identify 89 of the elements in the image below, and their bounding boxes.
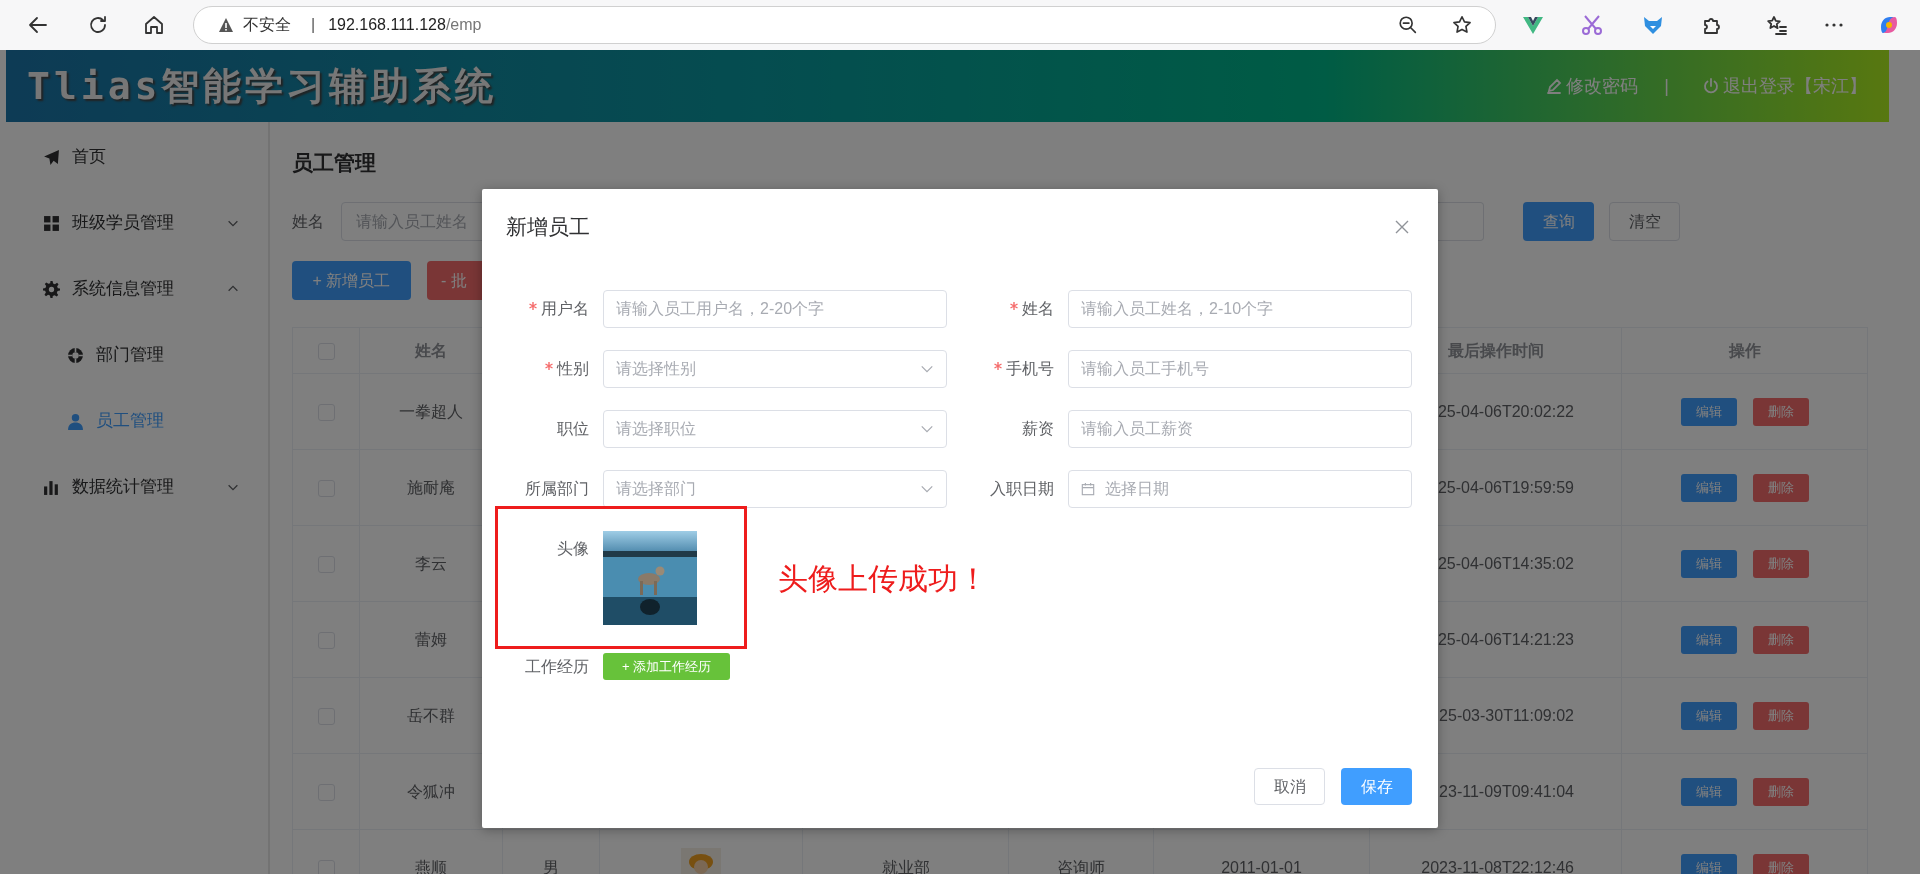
input-field[interactable]: 请输入员工用户名，2-20个字 — [603, 290, 947, 328]
close-icon[interactable] — [1394, 219, 1410, 235]
table-cell: 25-04-06T14:35:02 — [1437, 554, 1574, 572]
edit-button[interactable]: 编辑 — [1680, 625, 1737, 654]
table-cell: 25-04-06T20:02:22 — [1437, 402, 1574, 420]
table-cell: 蕾姆 — [415, 630, 447, 648]
pencil-icon — [1546, 78, 1563, 94]
sidebar-item[interactable]: 系统信息管理 — [6, 256, 268, 322]
query-button[interactable]: 查询 — [1523, 202, 1594, 241]
table-cell: 施耐庵 — [407, 478, 455, 496]
logout-link[interactable]: 退出登录【宋江】 — [1703, 72, 1867, 100]
field-label: 姓名 — [1022, 299, 1054, 319]
field-label: 头像 — [557, 539, 589, 559]
delete-button[interactable]: 删除 — [1752, 625, 1809, 654]
table-cell: 25-03-30T11:09:02 — [1439, 706, 1574, 724]
sidebar-item[interactable]: 部门管理 — [6, 322, 268, 388]
edit-button[interactable]: 编辑 — [1680, 549, 1737, 578]
field-label: 职位 — [557, 419, 589, 439]
annotation-text: 头像上传成功！ — [778, 560, 988, 597]
table-cell: 咨询师 — [1057, 858, 1105, 874]
separator: | — [1664, 74, 1669, 98]
table-cell: 李云 — [415, 554, 447, 572]
warning-icon — [218, 17, 234, 33]
add-button[interactable]: + 新增员工 — [292, 261, 411, 300]
delete-button[interactable]: 删除 — [1752, 777, 1809, 806]
table-cell: 令狐冲 — [407, 782, 455, 800]
field-label: 用户名 — [541, 299, 589, 319]
table-cell: 男 — [543, 858, 559, 874]
cancel-button[interactable]: 取消 — [1254, 768, 1325, 805]
page-title: 员工管理 — [292, 150, 377, 176]
table-cell: 25-04-06T14:21:23 — [1437, 630, 1574, 648]
address-bar[interactable]: 不安全 | 192.168.111.128/emp — [193, 6, 1496, 44]
zoom-out-icon[interactable] — [1397, 14, 1419, 36]
separator: | — [311, 15, 316, 35]
security-label: 不安全 — [243, 15, 291, 35]
field-label: 工作经历 — [525, 656, 589, 677]
delete-button[interactable]: 删除 — [1752, 397, 1809, 426]
grid-icon — [43, 214, 60, 232]
star-icon[interactable] — [1451, 14, 1473, 36]
sidebar-item[interactable]: 首页 — [6, 124, 268, 190]
send-icon — [43, 148, 60, 166]
power-icon — [1703, 78, 1719, 94]
input-field[interactable]: 请输入员工手机号 — [1068, 350, 1412, 388]
field-label: 入职日期 — [990, 479, 1054, 499]
favorites-icon[interactable] — [1765, 13, 1789, 37]
url-text: 192.168.111.128/emp — [328, 15, 482, 35]
table-cell: 25-04-06T19:59:59 — [1437, 478, 1574, 496]
edit-button[interactable]: 编辑 — [1680, 701, 1737, 730]
field-label: 手机号 — [1006, 359, 1054, 379]
sidebar-item[interactable]: 员工管理 — [6, 388, 268, 454]
bar-chart-icon — [43, 478, 60, 496]
save-button[interactable]: 保存 — [1341, 768, 1412, 805]
sidebar-item[interactable]: 数据统计管理 — [6, 454, 268, 520]
clear-button[interactable]: 清空 — [1609, 202, 1680, 241]
calendar-icon — [1081, 482, 1095, 496]
edit-button[interactable]: 编辑 — [1680, 853, 1737, 874]
gear-icon — [43, 280, 60, 298]
app-title: Tlias智能学习辅助系统 — [27, 62, 498, 110]
delete-button[interactable]: 删除 — [1752, 853, 1809, 874]
select-field[interactable]: 请选择性别 — [603, 350, 947, 388]
edit-button[interactable]: 编辑 — [1680, 397, 1737, 426]
delete-button[interactable]: 删除 — [1752, 473, 1809, 502]
scissors-icon[interactable] — [1580, 13, 1604, 37]
field-label: 姓名 — [292, 211, 325, 232]
select-field[interactable]: 请选择职位 — [603, 410, 947, 448]
field-label: 所属部门 — [525, 479, 589, 499]
edit-button[interactable]: 编辑 — [1680, 777, 1737, 806]
table-cell: 23-11-09T09:41:04 — [1439, 782, 1574, 800]
select-field[interactable]: 请选择部门 — [603, 470, 947, 508]
table-cell: 岳不群 — [407, 706, 455, 724]
table-cell: 2023-11-08T22:12:46 — [1421, 858, 1574, 874]
add-experience-button[interactable]: + 添加工作经历 — [603, 653, 730, 680]
input-field[interactable]: 请输入员工薪资 — [1068, 410, 1412, 448]
table-cell: 一拳超人 — [399, 402, 463, 420]
sidebar-item[interactable]: 班级学员管理 — [6, 190, 268, 256]
date-picker[interactable]: 选择日期 — [1068, 470, 1412, 508]
delete-button[interactable]: 删除 — [1752, 701, 1809, 730]
table-cell: 2011-01-01 — [1221, 858, 1302, 874]
dialog-title: 新增员工 — [506, 214, 590, 241]
change-password-link[interactable]: 修改密码 — [1546, 72, 1639, 100]
home-icon[interactable] — [142, 13, 166, 37]
table-cell: 就业部 — [881, 858, 930, 874]
user-icon — [67, 412, 84, 430]
field-label: 薪资 — [1022, 419, 1054, 439]
field-label: 性别 — [557, 359, 589, 379]
input-field[interactable]: 请输入员工姓名，2-10个字 — [1068, 290, 1412, 328]
ring-icon — [67, 346, 84, 364]
delete-button[interactable]: 删除 — [1752, 549, 1809, 578]
edit-button[interactable]: 编辑 — [1680, 473, 1737, 502]
